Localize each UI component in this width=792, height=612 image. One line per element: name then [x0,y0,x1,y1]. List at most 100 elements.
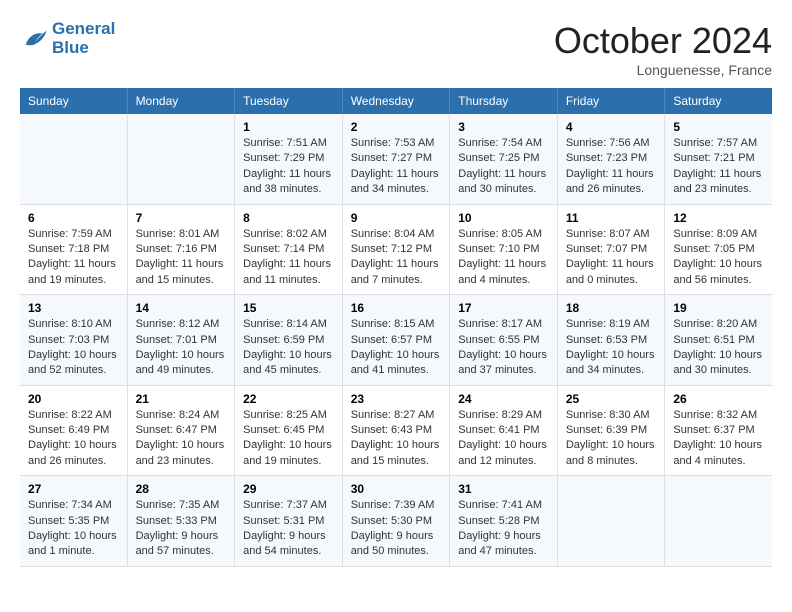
day-info: Sunrise: 8:27 AM Sunset: 6:43 PM Dayligh… [351,408,442,470]
week-row-3: 20 Sunrise: 8:22 AM Sunset: 6:49 PM Dayli… [20,385,772,476]
calendar-cell: 6 Sunrise: 7:59 AM Sunset: 7:18 PM Daylig… [20,204,127,295]
day-info: Sunrise: 8:07 AM Sunset: 7:07 PM Dayligh… [566,227,657,289]
calendar-cell: 22Sunrise: 8:25 AM Sunset: 6:45 PM Dayli… [235,385,343,476]
page-header: General Blue October 2024 Longuenesse, F… [20,20,772,78]
week-row-2: 13 Sunrise: 8:10 AM Sunset: 7:03 PM Dayli… [20,295,772,386]
day-number: 30 [351,482,442,496]
day-info: Sunrise: 7:34 AM Sunset: 5:35 PM Dayligh… [28,498,119,560]
day-number: 19 [673,301,764,315]
day-info: Sunrise: 7:56 AM Sunset: 7:23 PM Dayligh… [566,136,657,198]
day-number: 25 [566,392,657,406]
day-number: 7 [136,211,227,225]
day-info: Sunrise: 8:15 AM Sunset: 6:57 PM Dayligh… [351,317,442,379]
day-number: 16 [351,301,442,315]
day-info: Sunrise: 8:19 AM Sunset: 6:53 PM Dayligh… [566,317,657,379]
day-number: 24 [458,392,549,406]
calendar-cell [665,476,772,567]
day-info: Sunrise: 8:30 AM Sunset: 6:39 PM Dayligh… [566,408,657,470]
calendar-cell: 24Sunrise: 8:29 AM Sunset: 6:41 PM Dayli… [450,385,558,476]
day-number: 31 [458,482,549,496]
calendar-cell: 28 Sunrise: 7:35 AM Sunset: 5:33 PM Dayli… [127,476,235,567]
calendar-cell: 2 Sunrise: 7:53 AM Sunset: 7:27 PM Daylig… [342,114,450,204]
day-number: 15 [243,301,334,315]
day-info: Sunrise: 8:24 AM Sunset: 6:47 PM Dayligh… [136,408,227,470]
day-number: 5 [673,120,764,134]
day-number: 13 [28,301,119,315]
day-info: Sunrise: 8:14 AM Sunset: 6:59 PM Dayligh… [243,317,334,379]
day-info: Sunrise: 8:05 AM Sunset: 7:10 PM Dayligh… [458,227,549,289]
day-info: Sunrise: 7:35 AM Sunset: 5:33 PM Dayligh… [136,498,227,560]
calendar-cell: 18Sunrise: 8:19 AM Sunset: 6:53 PM Dayli… [557,295,665,386]
calendar-cell: 29 Sunrise: 7:37 AM Sunset: 5:31 PM Dayli… [235,476,343,567]
calendar-cell: 20 Sunrise: 8:22 AM Sunset: 6:49 PM Dayli… [20,385,127,476]
calendar-cell: 15 Sunrise: 8:14 AM Sunset: 6:59 PM Dayli… [235,295,343,386]
day-number: 2 [351,120,442,134]
day-info: Sunrise: 7:54 AM Sunset: 7:25 PM Dayligh… [458,136,549,198]
calendar-cell: 1Sunrise: 7:51 AM Sunset: 7:29 PM Daylig… [235,114,343,204]
logo: General Blue [20,20,115,57]
calendar-cell: 8Sunrise: 8:02 AM Sunset: 7:14 PM Daylig… [235,204,343,295]
day-number: 28 [136,482,227,496]
calendar-cell: 19 Sunrise: 8:20 AM Sunset: 6:51 PM Dayli… [665,295,772,386]
week-row-4: 27 Sunrise: 7:34 AM Sunset: 5:35 PM Dayli… [20,476,772,567]
logo-text: General Blue [52,20,115,57]
header-cell-sunday: Sunday [20,88,127,114]
day-info: Sunrise: 8:02 AM Sunset: 7:14 PM Dayligh… [243,227,334,289]
day-info: Sunrise: 7:59 AM Sunset: 7:18 PM Dayligh… [28,227,119,289]
calendar-cell: 17Sunrise: 8:17 AM Sunset: 6:55 PM Dayli… [450,295,558,386]
header-cell-wednesday: Wednesday [342,88,450,114]
day-number: 10 [458,211,549,225]
day-number: 20 [28,392,119,406]
logo-bird-icon [20,25,48,53]
calendar-cell: 11 Sunrise: 8:07 AM Sunset: 7:07 PM Dayli… [557,204,665,295]
header-cell-friday: Friday [557,88,665,114]
day-number: 14 [136,301,227,315]
calendar-cell: 14 Sunrise: 8:12 AM Sunset: 7:01 PM Dayli… [127,295,235,386]
calendar-cell: 27 Sunrise: 7:34 AM Sunset: 5:35 PM Dayli… [20,476,127,567]
day-info: Sunrise: 8:09 AM Sunset: 7:05 PM Dayligh… [673,227,764,289]
day-info: Sunrise: 8:12 AM Sunset: 7:01 PM Dayligh… [136,317,227,379]
week-row-1: 6 Sunrise: 7:59 AM Sunset: 7:18 PM Daylig… [20,204,772,295]
calendar-cell: 13 Sunrise: 8:10 AM Sunset: 7:03 PM Dayli… [20,295,127,386]
day-info: Sunrise: 7:53 AM Sunset: 7:27 PM Dayligh… [351,136,442,198]
calendar-cell: 7 Sunrise: 8:01 AM Sunset: 7:16 PM Daylig… [127,204,235,295]
day-info: Sunrise: 7:51 AM Sunset: 7:29 PM Dayligh… [243,136,334,198]
calendar-cell: 23 Sunrise: 8:27 AM Sunset: 6:43 PM Dayli… [342,385,450,476]
header-cell-monday: Monday [127,88,235,114]
day-info: Sunrise: 7:37 AM Sunset: 5:31 PM Dayligh… [243,498,334,560]
day-info: Sunrise: 8:20 AM Sunset: 6:51 PM Dayligh… [673,317,764,379]
day-number: 22 [243,392,334,406]
month-title: October 2024 [554,20,772,62]
calendar-cell: 4Sunrise: 7:56 AM Sunset: 7:23 PM Daylig… [557,114,665,204]
day-info: Sunrise: 8:01 AM Sunset: 7:16 PM Dayligh… [136,227,227,289]
day-number: 29 [243,482,334,496]
day-number: 21 [136,392,227,406]
day-number: 11 [566,211,657,225]
calendar-cell [127,114,235,204]
calendar-header: SundayMondayTuesdayWednesdayThursdayFrid… [20,88,772,114]
title-block: October 2024 Longuenesse, France [554,20,772,78]
header-row: SundayMondayTuesdayWednesdayThursdayFrid… [20,88,772,114]
header-cell-tuesday: Tuesday [235,88,343,114]
day-number: 17 [458,301,549,315]
calendar-cell: 12 Sunrise: 8:09 AM Sunset: 7:05 PM Dayli… [665,204,772,295]
day-info: Sunrise: 7:57 AM Sunset: 7:21 PM Dayligh… [673,136,764,198]
day-number: 6 [28,211,119,225]
day-info: Sunrise: 8:22 AM Sunset: 6:49 PM Dayligh… [28,408,119,470]
day-info: Sunrise: 7:39 AM Sunset: 5:30 PM Dayligh… [351,498,442,560]
header-cell-thursday: Thursday [450,88,558,114]
day-info: Sunrise: 8:04 AM Sunset: 7:12 PM Dayligh… [351,227,442,289]
week-row-0: 1Sunrise: 7:51 AM Sunset: 7:29 PM Daylig… [20,114,772,204]
calendar-cell: 30 Sunrise: 7:39 AM Sunset: 5:30 PM Dayli… [342,476,450,567]
day-number: 27 [28,482,119,496]
day-info: Sunrise: 8:32 AM Sunset: 6:37 PM Dayligh… [673,408,764,470]
calendar-cell: 21 Sunrise: 8:24 AM Sunset: 6:47 PM Dayli… [127,385,235,476]
day-number: 3 [458,120,549,134]
day-number: 12 [673,211,764,225]
day-info: Sunrise: 8:10 AM Sunset: 7:03 PM Dayligh… [28,317,119,379]
calendar-cell: 16 Sunrise: 8:15 AM Sunset: 6:57 PM Dayli… [342,295,450,386]
calendar-cell: 5 Sunrise: 7:57 AM Sunset: 7:21 PM Daylig… [665,114,772,204]
calendar-cell: 26Sunrise: 8:32 AM Sunset: 6:37 PM Dayli… [665,385,772,476]
location: Longuenesse, France [554,62,772,78]
day-number: 23 [351,392,442,406]
